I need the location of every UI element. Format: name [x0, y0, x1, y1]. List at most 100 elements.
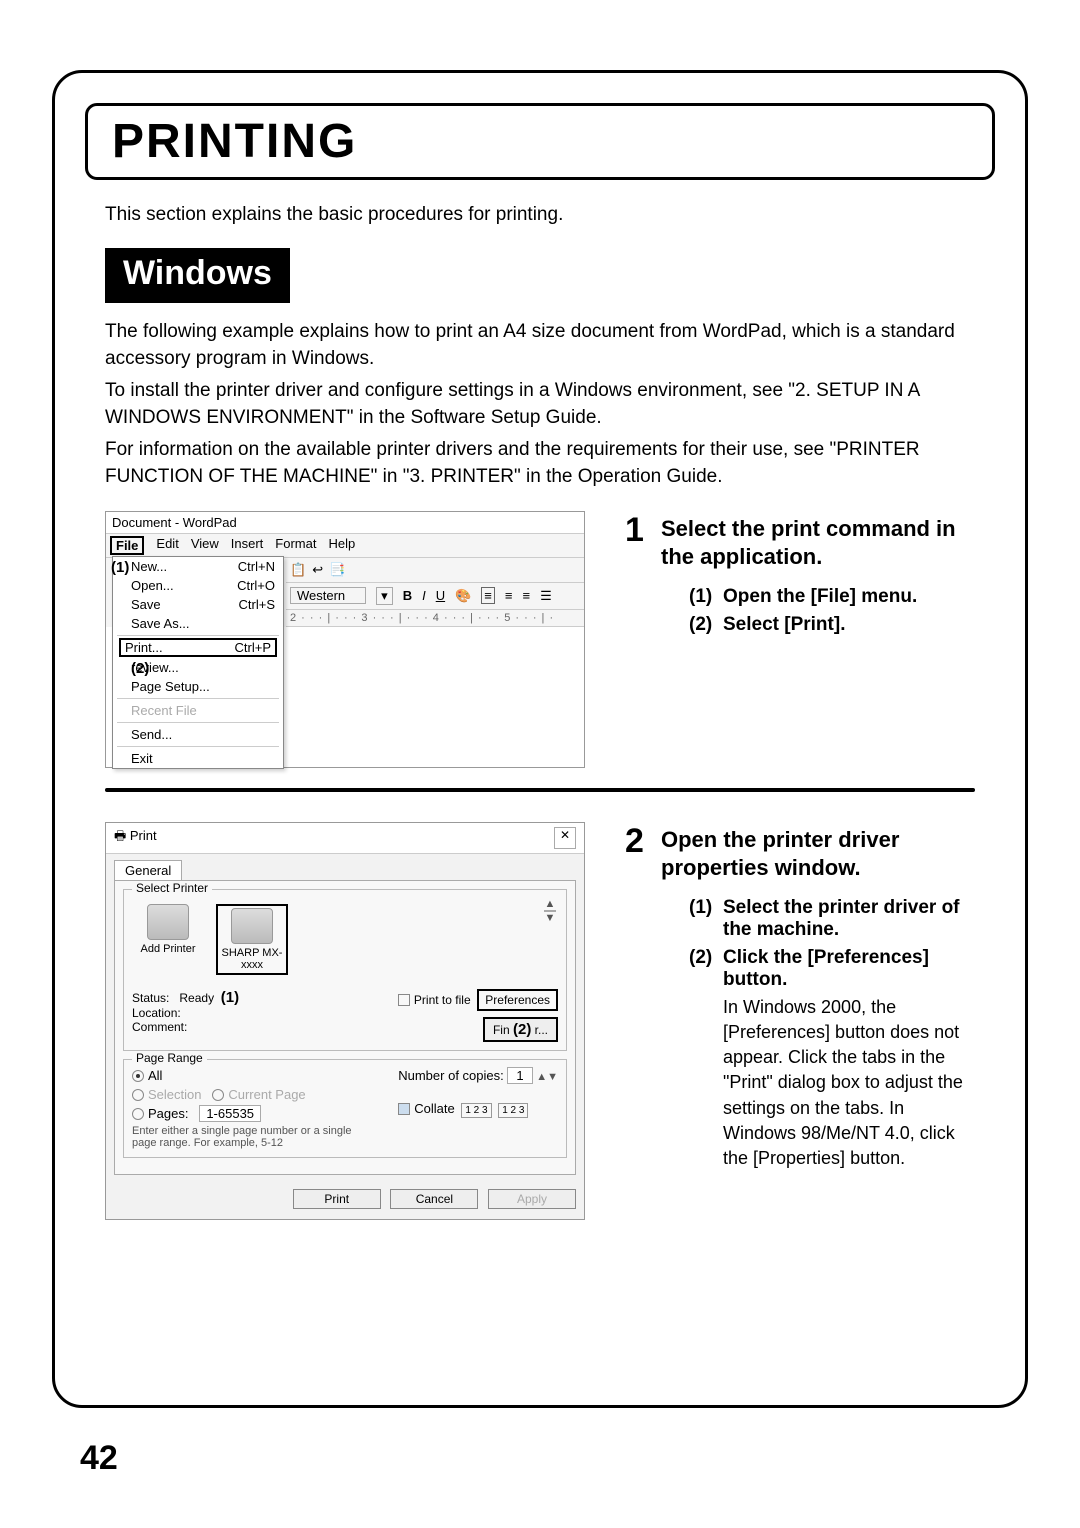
wordpad-toolbar1: 📋 ↩ 📑 — [286, 558, 584, 583]
paragraph-3: For information on the available printer… — [105, 437, 975, 490]
radio-current — [212, 1089, 224, 1101]
page-range-group: Page Range All Selection Current Page Pa… — [123, 1059, 567, 1158]
step-1-sub-2: (2) Select [Print]. — [689, 614, 975, 636]
sub-text: Click the [Preferences] button. — [723, 947, 929, 990]
step-1-heading: Select the print command in the applicat… — [661, 515, 975, 572]
sub-number: (2) — [689, 947, 723, 1171]
find-printer-button[interactable]: Fin (2) r... — [483, 1017, 558, 1042]
spinner-icon[interactable]: ▲▼ — [536, 1071, 558, 1083]
menu-insert[interactable]: Insert — [231, 536, 264, 555]
sub-description: In Windows 2000, the [Preferences] butto… — [723, 995, 975, 1171]
menu-file[interactable]: File — [110, 536, 144, 555]
wordpad-toolbar2: Western ▾ B I U 🎨 ≡ ≡ ≡ ☰ — [286, 583, 584, 610]
page-title: PRINTING — [112, 114, 968, 169]
page-number: 42 — [80, 1439, 118, 1478]
step-1-content: 1 Select the print command in the applic… — [625, 511, 975, 642]
print-dialog-title: Print — [130, 828, 157, 843]
wordpad-menubar: File Edit View Insert Format Help — [106, 534, 584, 558]
italic-button[interactable]: I — [422, 588, 426, 603]
radio-selection — [132, 1089, 144, 1101]
callout-2: (2) — [131, 660, 149, 677]
pages-input[interactable]: 1-65535 — [199, 1105, 261, 1122]
group-label: Page Range — [132, 1051, 207, 1065]
menu-divider — [117, 722, 279, 723]
printer-list: Add Printer SHARP MX-xxxx — [132, 898, 292, 989]
wordpad-ruler: 2 · · · | · · · 3 · · · | · · · 4 · · · … — [286, 610, 584, 627]
radio-all[interactable] — [132, 1070, 144, 1082]
menu-help[interactable]: Help — [328, 536, 355, 555]
file-menu-dropdown: (1) New...Ctrl+N Open...Ctrl+O SaveCtrl+… — [112, 556, 284, 769]
menu-edit[interactable]: Edit — [156, 536, 178, 555]
step-1-sub-1: (1) Open the [File] menu. — [689, 586, 975, 608]
menu-item-saveas[interactable]: Save As... — [113, 614, 283, 633]
step-2-content: 2 Open the printer driver properties win… — [625, 822, 975, 1178]
toolbar-icon[interactable]: 📋 — [290, 562, 306, 578]
menu-item-recent: Recent File — [113, 701, 283, 720]
radio-pages[interactable] — [132, 1108, 144, 1120]
sub-text: Open the [File] menu. — [723, 586, 975, 608]
step-1-row: Document - WordPad File Edit View Insert… — [105, 511, 975, 768]
pages-hint: Enter either a single page number or a s… — [132, 1125, 352, 1149]
group-label: Select Printer — [132, 881, 212, 895]
step-2-row: 🖶 Print ✕ General Select Printer Add Pri… — [105, 822, 975, 1220]
menu-divider — [117, 746, 279, 747]
menu-item-pagesetup[interactable]: Page Setup... — [113, 677, 283, 696]
menu-divider — [117, 698, 279, 699]
menu-view[interactable]: View — [191, 536, 219, 555]
menu-item-preview[interactable]: (2) review... — [113, 658, 283, 677]
align-left-icon[interactable]: ≡ — [481, 587, 495, 604]
menu-item-new[interactable]: New...Ctrl+N — [113, 557, 283, 576]
wordpad-title: Document - WordPad — [106, 512, 584, 534]
windows-heading: Windows — [105, 248, 290, 303]
callout-2: (2) — [513, 1021, 531, 1038]
sub-number: (1) — [689, 897, 723, 941]
menu-item-save[interactable]: SaveCtrl+S — [113, 595, 283, 614]
font-size-dropdown[interactable]: ▾ — [376, 587, 393, 605]
cancel-button[interactable]: Cancel — [390, 1189, 478, 1209]
print-to-file-checkbox[interactable] — [398, 994, 410, 1006]
sub-text: Select [Print]. — [723, 614, 975, 636]
copies-input[interactable]: 1 — [507, 1067, 532, 1084]
collate-checkbox[interactable] — [398, 1103, 410, 1115]
callout-1: (1) — [111, 559, 129, 576]
font-dropdown[interactable]: Western — [290, 587, 366, 604]
bullets-icon[interactable]: ☰ — [540, 588, 552, 604]
palette-icon[interactable]: 🎨 — [455, 588, 471, 604]
printer-icon — [231, 908, 273, 944]
dialog-buttons: Print Cancel Apply — [106, 1183, 584, 1219]
step-2-heading: Open the printer driver properties windo… — [661, 826, 975, 883]
preferences-button[interactable]: Preferences — [477, 989, 558, 1011]
printer-icon — [147, 904, 189, 940]
sub-number: (2) — [689, 614, 723, 636]
toolbar-icon[interactable]: 📑 — [329, 562, 345, 578]
paragraph-1: The following example explains how to pr… — [105, 319, 975, 372]
toolbar-icon[interactable]: ↩ — [312, 562, 323, 578]
paragraph-2: To install the printer driver and config… — [105, 378, 975, 431]
close-icon[interactable]: ✕ — [554, 827, 576, 849]
scrollbar[interactable]: ▲ ▼ — [542, 898, 558, 924]
menu-item-open[interactable]: Open...Ctrl+O — [113, 576, 283, 595]
step-1-number: 1 — [625, 511, 661, 550]
print-button[interactable]: Print — [293, 1189, 381, 1209]
align-right-icon[interactable]: ≡ — [522, 588, 530, 603]
title-box: PRINTING — [85, 103, 995, 180]
step-2-sub-2: (2) Click the [Preferences] button. In W… — [689, 947, 975, 1171]
menu-format[interactable]: Format — [275, 536, 316, 555]
menu-item-exit[interactable]: Exit — [113, 749, 283, 768]
sharp-printer-item[interactable]: SHARP MX-xxxx — [216, 904, 288, 975]
section-divider — [105, 788, 975, 792]
collate-preview-icon: 1 2 3 — [498, 1103, 528, 1118]
add-printer-item[interactable]: Add Printer — [136, 904, 200, 975]
wordpad-window: Document - WordPad File Edit View Insert… — [105, 511, 585, 768]
bold-button[interactable]: B — [403, 588, 412, 603]
print-dialog-screenshot: 🖶 Print ✕ General Select Printer Add Pri… — [105, 822, 585, 1220]
menu-item-print[interactable]: Print...Ctrl+P — [119, 638, 277, 657]
sub-text: Select the printer driver of the machine… — [723, 897, 975, 941]
underline-button[interactable]: U — [436, 588, 445, 603]
menu-item-send[interactable]: Send... — [113, 725, 283, 744]
wordpad-screenshot: Document - WordPad File Edit View Insert… — [105, 511, 585, 768]
intro-text: This section explains the basic procedur… — [105, 204, 995, 226]
print-dialog: 🖶 Print ✕ General Select Printer Add Pri… — [105, 822, 585, 1220]
align-center-icon[interactable]: ≡ — [505, 588, 513, 603]
tab-general[interactable]: General — [114, 860, 182, 880]
